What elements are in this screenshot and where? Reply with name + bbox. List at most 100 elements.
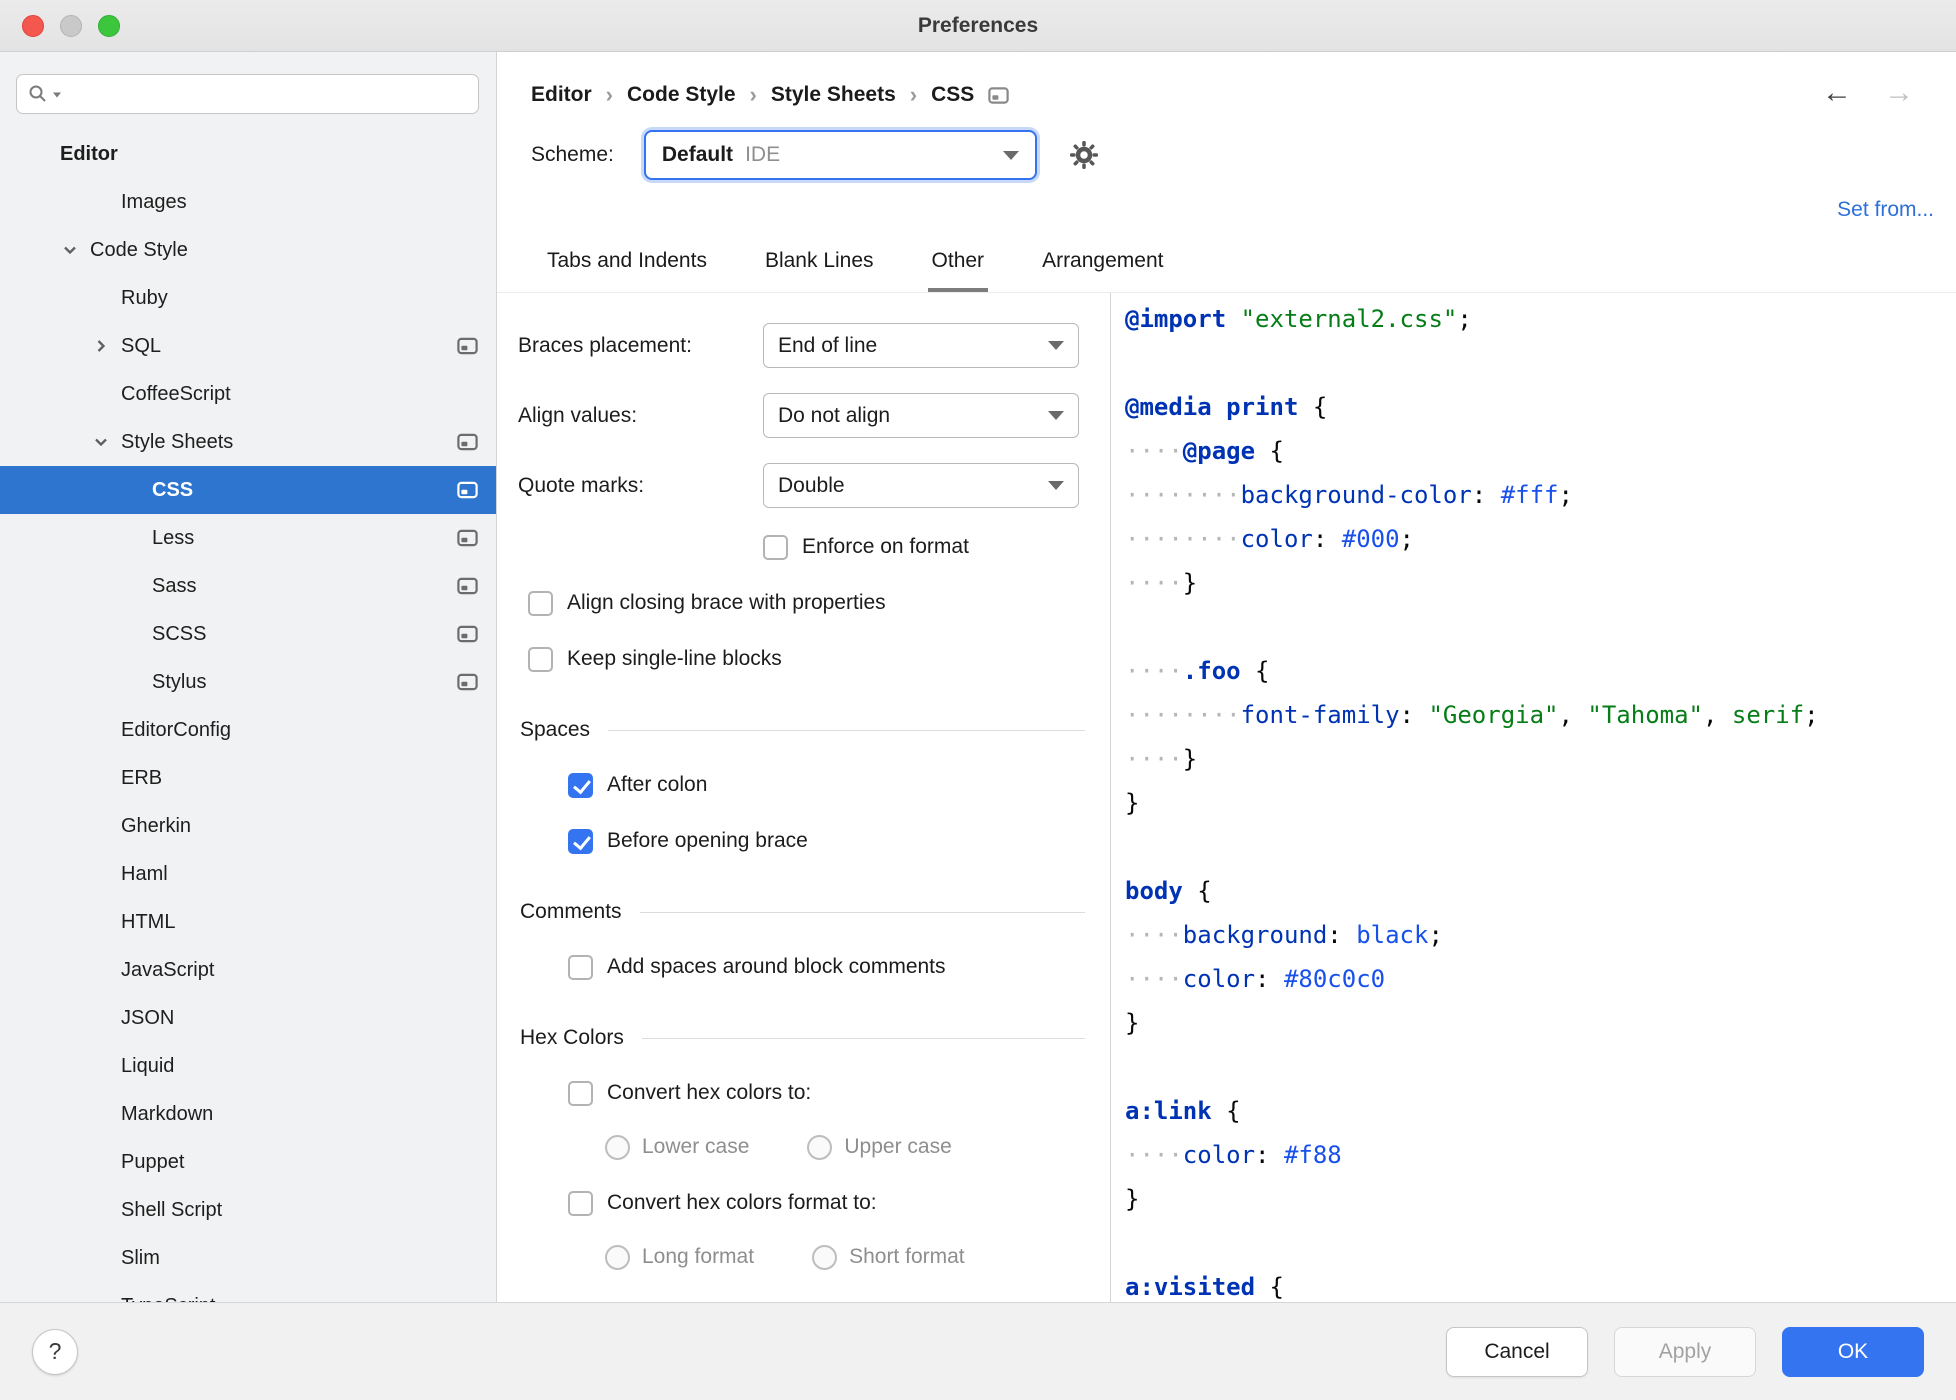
sidebar-item-typescript[interactable]: TypeScript — [0, 1282, 496, 1302]
sidebar-item-javascript[interactable]: JavaScript — [0, 946, 496, 994]
sidebar-item-images[interactable]: Images — [0, 178, 496, 226]
chevron-right-icon[interactable] — [91, 336, 111, 356]
scheme-select[interactable]: Default IDE — [644, 130, 1037, 180]
sidebar-item-coffeescript[interactable]: CoffeeScript — [0, 370, 496, 418]
section-comments: Comments — [520, 899, 1110, 925]
checkbox-convert-hex-colors-to[interactable]: Convert hex colors to: — [568, 1079, 1110, 1107]
sidebar-item-liquid[interactable]: Liquid — [0, 1042, 496, 1090]
sidebar-item-sql[interactable]: SQL — [0, 322, 496, 370]
sidebar-item-puppet[interactable]: Puppet — [0, 1138, 496, 1186]
checkbox-add-spaces-around-block-comments[interactable]: Add spaces around block comments — [568, 953, 1110, 981]
sidebar-item-code-style[interactable]: Code Style — [0, 226, 496, 274]
checkbox-box[interactable] — [568, 1081, 593, 1106]
align-values-select[interactable]: Do not align — [763, 393, 1079, 438]
sidebar-item-style-sheets[interactable]: Style Sheets — [0, 418, 496, 466]
checkbox-label: Add spaces around block comments — [607, 955, 946, 979]
cancel-button[interactable]: Cancel — [1446, 1327, 1588, 1377]
sidebar-item-slim[interactable]: Slim — [0, 1234, 496, 1282]
sidebar-item-label: CoffeeScript — [0, 383, 231, 406]
ok-button[interactable]: OK — [1782, 1327, 1924, 1377]
radio-circle-icon[interactable] — [605, 1135, 630, 1160]
tab-arrangement[interactable]: Arrangement — [1038, 249, 1167, 292]
radio-circle-icon[interactable] — [807, 1135, 832, 1160]
tab-tabs-and-indents[interactable]: Tabs and Indents — [543, 249, 711, 292]
apply-button[interactable]: Apply — [1614, 1327, 1756, 1377]
breadcrumb-editor[interactable]: Editor — [531, 83, 592, 107]
sidebar-item-gherkin[interactable]: Gherkin — [0, 802, 496, 850]
sidebar-item-editorconfig[interactable]: EditorConfig — [0, 706, 496, 754]
set-from-link[interactable]: Set from... — [1837, 198, 1934, 222]
chevron-down-icon — [1048, 481, 1064, 490]
settings-tree: EditorImagesCode StyleRubySQL CoffeeScrip… — [0, 128, 496, 1302]
tab-blank-lines[interactable]: Blank Lines — [761, 249, 878, 292]
sidebar-item-json[interactable]: JSON — [0, 994, 496, 1042]
tab-other[interactable]: Other — [928, 249, 989, 292]
minimize-window-button[interactable] — [60, 15, 82, 37]
sidebar-item-markdown[interactable]: Markdown — [0, 1090, 496, 1138]
zoom-window-button[interactable] — [98, 15, 120, 37]
sidebar-item-css[interactable]: CSS — [0, 466, 496, 514]
checkbox-box[interactable] — [568, 1191, 593, 1216]
checkbox-enforce-on-format[interactable]: Enforce on format — [763, 533, 1110, 561]
sidebar-item-scss[interactable]: SCSS — [0, 610, 496, 658]
radio-circle-icon[interactable] — [605, 1245, 630, 1270]
sidebar-item-shell-script[interactable]: Shell Script — [0, 1186, 496, 1234]
sidebar-item-haml[interactable]: Haml — [0, 850, 496, 898]
back-icon[interactable]: ← — [1822, 78, 1852, 108]
code-line: a:link { — [1125, 1089, 1956, 1133]
titlebar: Preferences — [0, 0, 1956, 52]
checkbox-box[interactable] — [763, 535, 788, 560]
chevron-down-icon[interactable] — [91, 432, 111, 452]
body-row: EditorImagesCode StyleRubySQLCoffeeScrip… — [0, 52, 1956, 1302]
breadcrumb: Editor›Code Style›Style Sheets›CSS — [497, 52, 1956, 108]
checkbox-box[interactable] — [568, 955, 593, 980]
sidebar-item-editor[interactable]: Editor — [0, 130, 496, 178]
checkbox-align-closing-brace-with-properties[interactable]: Align closing brace with properties — [528, 589, 1110, 617]
scheme-value: Default — [662, 143, 733, 167]
sidebar-item-label: Liquid — [0, 1055, 174, 1078]
sidebar-item-sass[interactable]: Sass — [0, 562, 496, 610]
quote-marks-select[interactable]: Double — [763, 463, 1079, 508]
gear-icon[interactable] — [1069, 140, 1099, 170]
search-history-caret-icon[interactable] — [52, 90, 62, 99]
help-button[interactable]: ? — [32, 1329, 78, 1375]
radio-lower-case[interactable]: Lower case — [605, 1135, 749, 1160]
checkbox-box[interactable] — [528, 647, 553, 672]
checkbox-box[interactable] — [528, 591, 553, 616]
forward-icon[interactable]: → — [1884, 78, 1914, 108]
breadcrumb-code-style[interactable]: Code Style — [627, 83, 736, 107]
section-title: Hex Colors — [520, 1026, 624, 1050]
radio-long-format[interactable]: Long format — [605, 1245, 754, 1270]
checkbox-keep-single-line-blocks[interactable]: Keep single-line blocks — [528, 645, 1110, 673]
sidebar-item-ruby[interactable]: Ruby — [0, 274, 496, 322]
sidebar-item-less[interactable]: Less — [0, 514, 496, 562]
screen-badge-icon — [457, 434, 478, 451]
checkbox-box[interactable] — [568, 773, 593, 798]
chevron-down-icon[interactable] — [60, 240, 80, 260]
braces-placement-select[interactable]: End of line — [763, 323, 1079, 368]
checkbox-after-colon[interactable]: After colon — [568, 771, 1110, 799]
code-line: ····color: #80c0c0 — [1125, 957, 1956, 1001]
radio-short-format[interactable]: Short format — [812, 1245, 965, 1270]
breadcrumb-separator: › — [910, 82, 917, 108]
checkbox-label: Align closing brace with properties — [567, 591, 886, 615]
code-line: ····.foo { — [1125, 649, 1956, 693]
sidebar-item-erb[interactable]: ERB — [0, 754, 496, 802]
code-line — [1125, 825, 1956, 869]
checkbox-box[interactable] — [568, 829, 593, 854]
breadcrumb-css[interactable]: CSS — [931, 83, 974, 107]
radio-circle-icon[interactable] — [812, 1245, 837, 1270]
sidebar-item-html[interactable]: HTML — [0, 898, 496, 946]
close-window-button[interactable] — [22, 15, 44, 37]
setting-row-align-values: Align values:Do not align — [518, 393, 1110, 438]
search-box[interactable] — [16, 74, 479, 114]
radio-upper-case[interactable]: Upper case — [807, 1135, 951, 1160]
scheme-label: Scheme: — [531, 143, 614, 167]
search-input[interactable] — [65, 83, 468, 105]
checkbox-label: Convert hex colors format to: — [607, 1191, 877, 1215]
checkbox-convert-hex-colors-format-to[interactable]: Convert hex colors format to: — [568, 1189, 1110, 1217]
breadcrumb-style-sheets[interactable]: Style Sheets — [771, 83, 896, 107]
sidebar-item-stylus[interactable]: Stylus — [0, 658, 496, 706]
checkbox-before-opening-brace[interactable]: Before opening brace — [568, 827, 1110, 855]
traffic-lights — [22, 15, 120, 37]
